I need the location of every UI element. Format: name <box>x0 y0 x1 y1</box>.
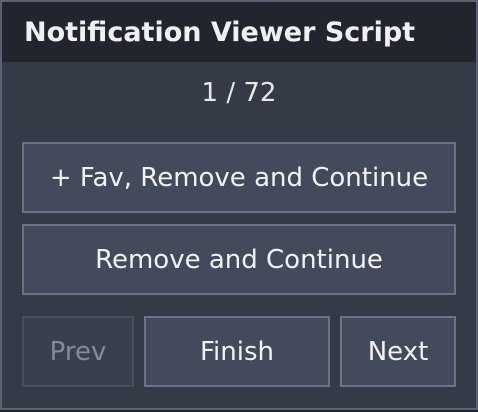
fav-remove-continue-button[interactable]: + Fav, Remove and Continue <box>22 142 456 213</box>
notification-viewer-window: Notification Viewer Script 1 / 72 + Fav,… <box>0 0 478 410</box>
prev-button[interactable]: Prev <box>22 316 134 387</box>
next-button[interactable]: Next <box>340 316 456 387</box>
notification-counter: 1 / 72 <box>201 78 277 108</box>
remove-continue-button[interactable]: Remove and Continue <box>22 224 456 295</box>
finish-button[interactable]: Finish <box>144 316 330 387</box>
window-title: Notification Viewer Script <box>2 2 476 62</box>
